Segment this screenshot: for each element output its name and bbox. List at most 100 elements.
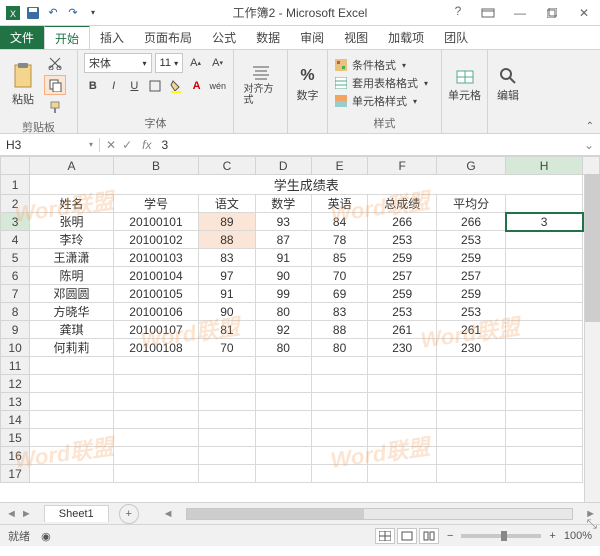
cell[interactable] <box>311 411 367 429</box>
cell[interactable] <box>368 429 437 447</box>
bold-button[interactable]: B <box>84 76 102 96</box>
cell-A7[interactable]: 邓圆圆 <box>30 285 113 303</box>
vscroll-thumb[interactable] <box>585 174 600 322</box>
phonetic-icon[interactable]: wén <box>209 76 228 96</box>
row-header-16[interactable]: 16 <box>1 447 30 465</box>
col-header-C[interactable]: C <box>199 157 255 175</box>
cell[interactable] <box>30 411 113 429</box>
cell[interactable] <box>506 411 583 429</box>
cell-H4[interactable] <box>506 231 583 249</box>
cell-D7[interactable]: 99 <box>255 285 311 303</box>
cell-D5[interactable]: 91 <box>255 249 311 267</box>
row-header-7[interactable]: 7 <box>1 285 30 303</box>
cell-B5[interactable]: 20100103 <box>113 249 199 267</box>
cell[interactable] <box>437 447 506 465</box>
row-header-12[interactable]: 12 <box>1 375 30 393</box>
cell[interactable] <box>506 195 583 213</box>
help-icon[interactable]: ? <box>448 4 468 22</box>
cell[interactable] <box>311 429 367 447</box>
cell[interactable] <box>199 465 255 483</box>
cell-C4[interactable]: 88 <box>199 231 255 249</box>
font-name-select[interactable]: 宋体▾ <box>84 53 152 73</box>
cell-B7[interactable]: 20100105 <box>113 285 199 303</box>
sheet-nav-next-icon[interactable]: ► <box>21 508 32 520</box>
cell[interactable] <box>255 375 311 393</box>
view-pagebreak-icon[interactable] <box>419 528 439 544</box>
number-button[interactable]: % 数字 <box>294 55 321 115</box>
cell-F8[interactable]: 253 <box>368 303 437 321</box>
cell-G8[interactable]: 253 <box>437 303 506 321</box>
cell-G9[interactable]: 261 <box>437 321 506 339</box>
cell[interactable] <box>255 447 311 465</box>
cell-A6[interactable]: 陈明 <box>30 267 113 285</box>
cell-B10[interactable]: 20100108 <box>113 339 199 357</box>
cell-A10[interactable]: 何莉莉 <box>30 339 113 357</box>
cell[interactable] <box>30 393 113 411</box>
cell[interactable] <box>30 375 113 393</box>
cell-A8[interactable]: 方晓华 <box>30 303 113 321</box>
zoom-slider[interactable] <box>461 534 541 538</box>
cell-F6[interactable]: 257 <box>368 267 437 285</box>
expand-formula-icon[interactable]: ⌄ <box>578 138 600 152</box>
zoom-out-button[interactable]: − <box>447 530 453 542</box>
header-cell[interactable]: 英语 <box>311 195 367 213</box>
row-header-15[interactable]: 15 <box>1 429 30 447</box>
tab-data[interactable]: 数据 <box>246 26 290 49</box>
tab-review[interactable]: 审阅 <box>290 26 334 49</box>
cell-A3[interactable]: 张明 <box>30 213 113 231</box>
resize-grip-icon[interactable]: ⤡ <box>587 516 597 532</box>
tab-layout[interactable]: 页面布局 <box>134 26 202 49</box>
cell-D9[interactable]: 92 <box>255 321 311 339</box>
cell-C5[interactable]: 83 <box>199 249 255 267</box>
cell-C10[interactable]: 70 <box>199 339 255 357</box>
cell-F7[interactable]: 259 <box>368 285 437 303</box>
cell-C7[interactable]: 91 <box>199 285 255 303</box>
tab-home[interactable]: 开始 <box>44 25 90 49</box>
header-cell[interactable]: 语文 <box>199 195 255 213</box>
cell-title[interactable]: 学生成绩表 <box>30 175 583 195</box>
row-header-8[interactable]: 8 <box>1 303 30 321</box>
col-header-F[interactable]: F <box>368 157 437 175</box>
cell[interactable] <box>506 357 583 375</box>
save-icon[interactable] <box>24 4 42 22</box>
cell-styles-button[interactable]: 单元格样式▾ <box>334 93 428 109</box>
cell[interactable] <box>311 375 367 393</box>
cell-H7[interactable] <box>506 285 583 303</box>
header-cell[interactable]: 总成绩 <box>368 195 437 213</box>
cell-A9[interactable]: 龚琪 <box>30 321 113 339</box>
cell-B9[interactable]: 20100107 <box>113 321 199 339</box>
cell-F9[interactable]: 261 <box>368 321 437 339</box>
cell[interactable] <box>437 411 506 429</box>
cell-C6[interactable]: 97 <box>199 267 255 285</box>
cell-H6[interactable] <box>506 267 583 285</box>
cell[interactable] <box>30 465 113 483</box>
cell[interactable] <box>255 465 311 483</box>
row-header-17[interactable]: 17 <box>1 465 30 483</box>
cell-A5[interactable]: 王潇潇 <box>30 249 113 267</box>
sheet-tab-sheet1[interactable]: Sheet1 <box>44 505 109 522</box>
cell[interactable] <box>311 447 367 465</box>
sheet-nav-prev-icon[interactable]: ◄ <box>6 508 17 520</box>
col-header-D[interactable]: D <box>255 157 311 175</box>
formula-input[interactable]: 3 <box>155 138 577 152</box>
cell-E7[interactable]: 69 <box>311 285 367 303</box>
editing-button[interactable]: 编辑 <box>494 55 522 115</box>
cell-E5[interactable]: 85 <box>311 249 367 267</box>
row-header-3[interactable]: 3 <box>1 213 30 231</box>
zoom-in-button[interactable]: + <box>549 530 555 542</box>
cell-E9[interactable]: 88 <box>311 321 367 339</box>
cell[interactable] <box>311 465 367 483</box>
row-header-10[interactable]: 10 <box>1 339 30 357</box>
col-header-all[interactable] <box>1 157 30 175</box>
cell-B6[interactable]: 20100104 <box>113 267 199 285</box>
col-header-B[interactable]: B <box>113 157 199 175</box>
header-cell[interactable]: 数学 <box>255 195 311 213</box>
ribbon-options-icon[interactable] <box>476 4 500 22</box>
cell[interactable] <box>113 465 199 483</box>
cell-D3[interactable]: 93 <box>255 213 311 231</box>
cell[interactable] <box>113 429 199 447</box>
col-header-E[interactable]: E <box>311 157 367 175</box>
cell-D4[interactable]: 87 <box>255 231 311 249</box>
row-header-9[interactable]: 9 <box>1 321 30 339</box>
copy-icon[interactable] <box>44 75 66 95</box>
